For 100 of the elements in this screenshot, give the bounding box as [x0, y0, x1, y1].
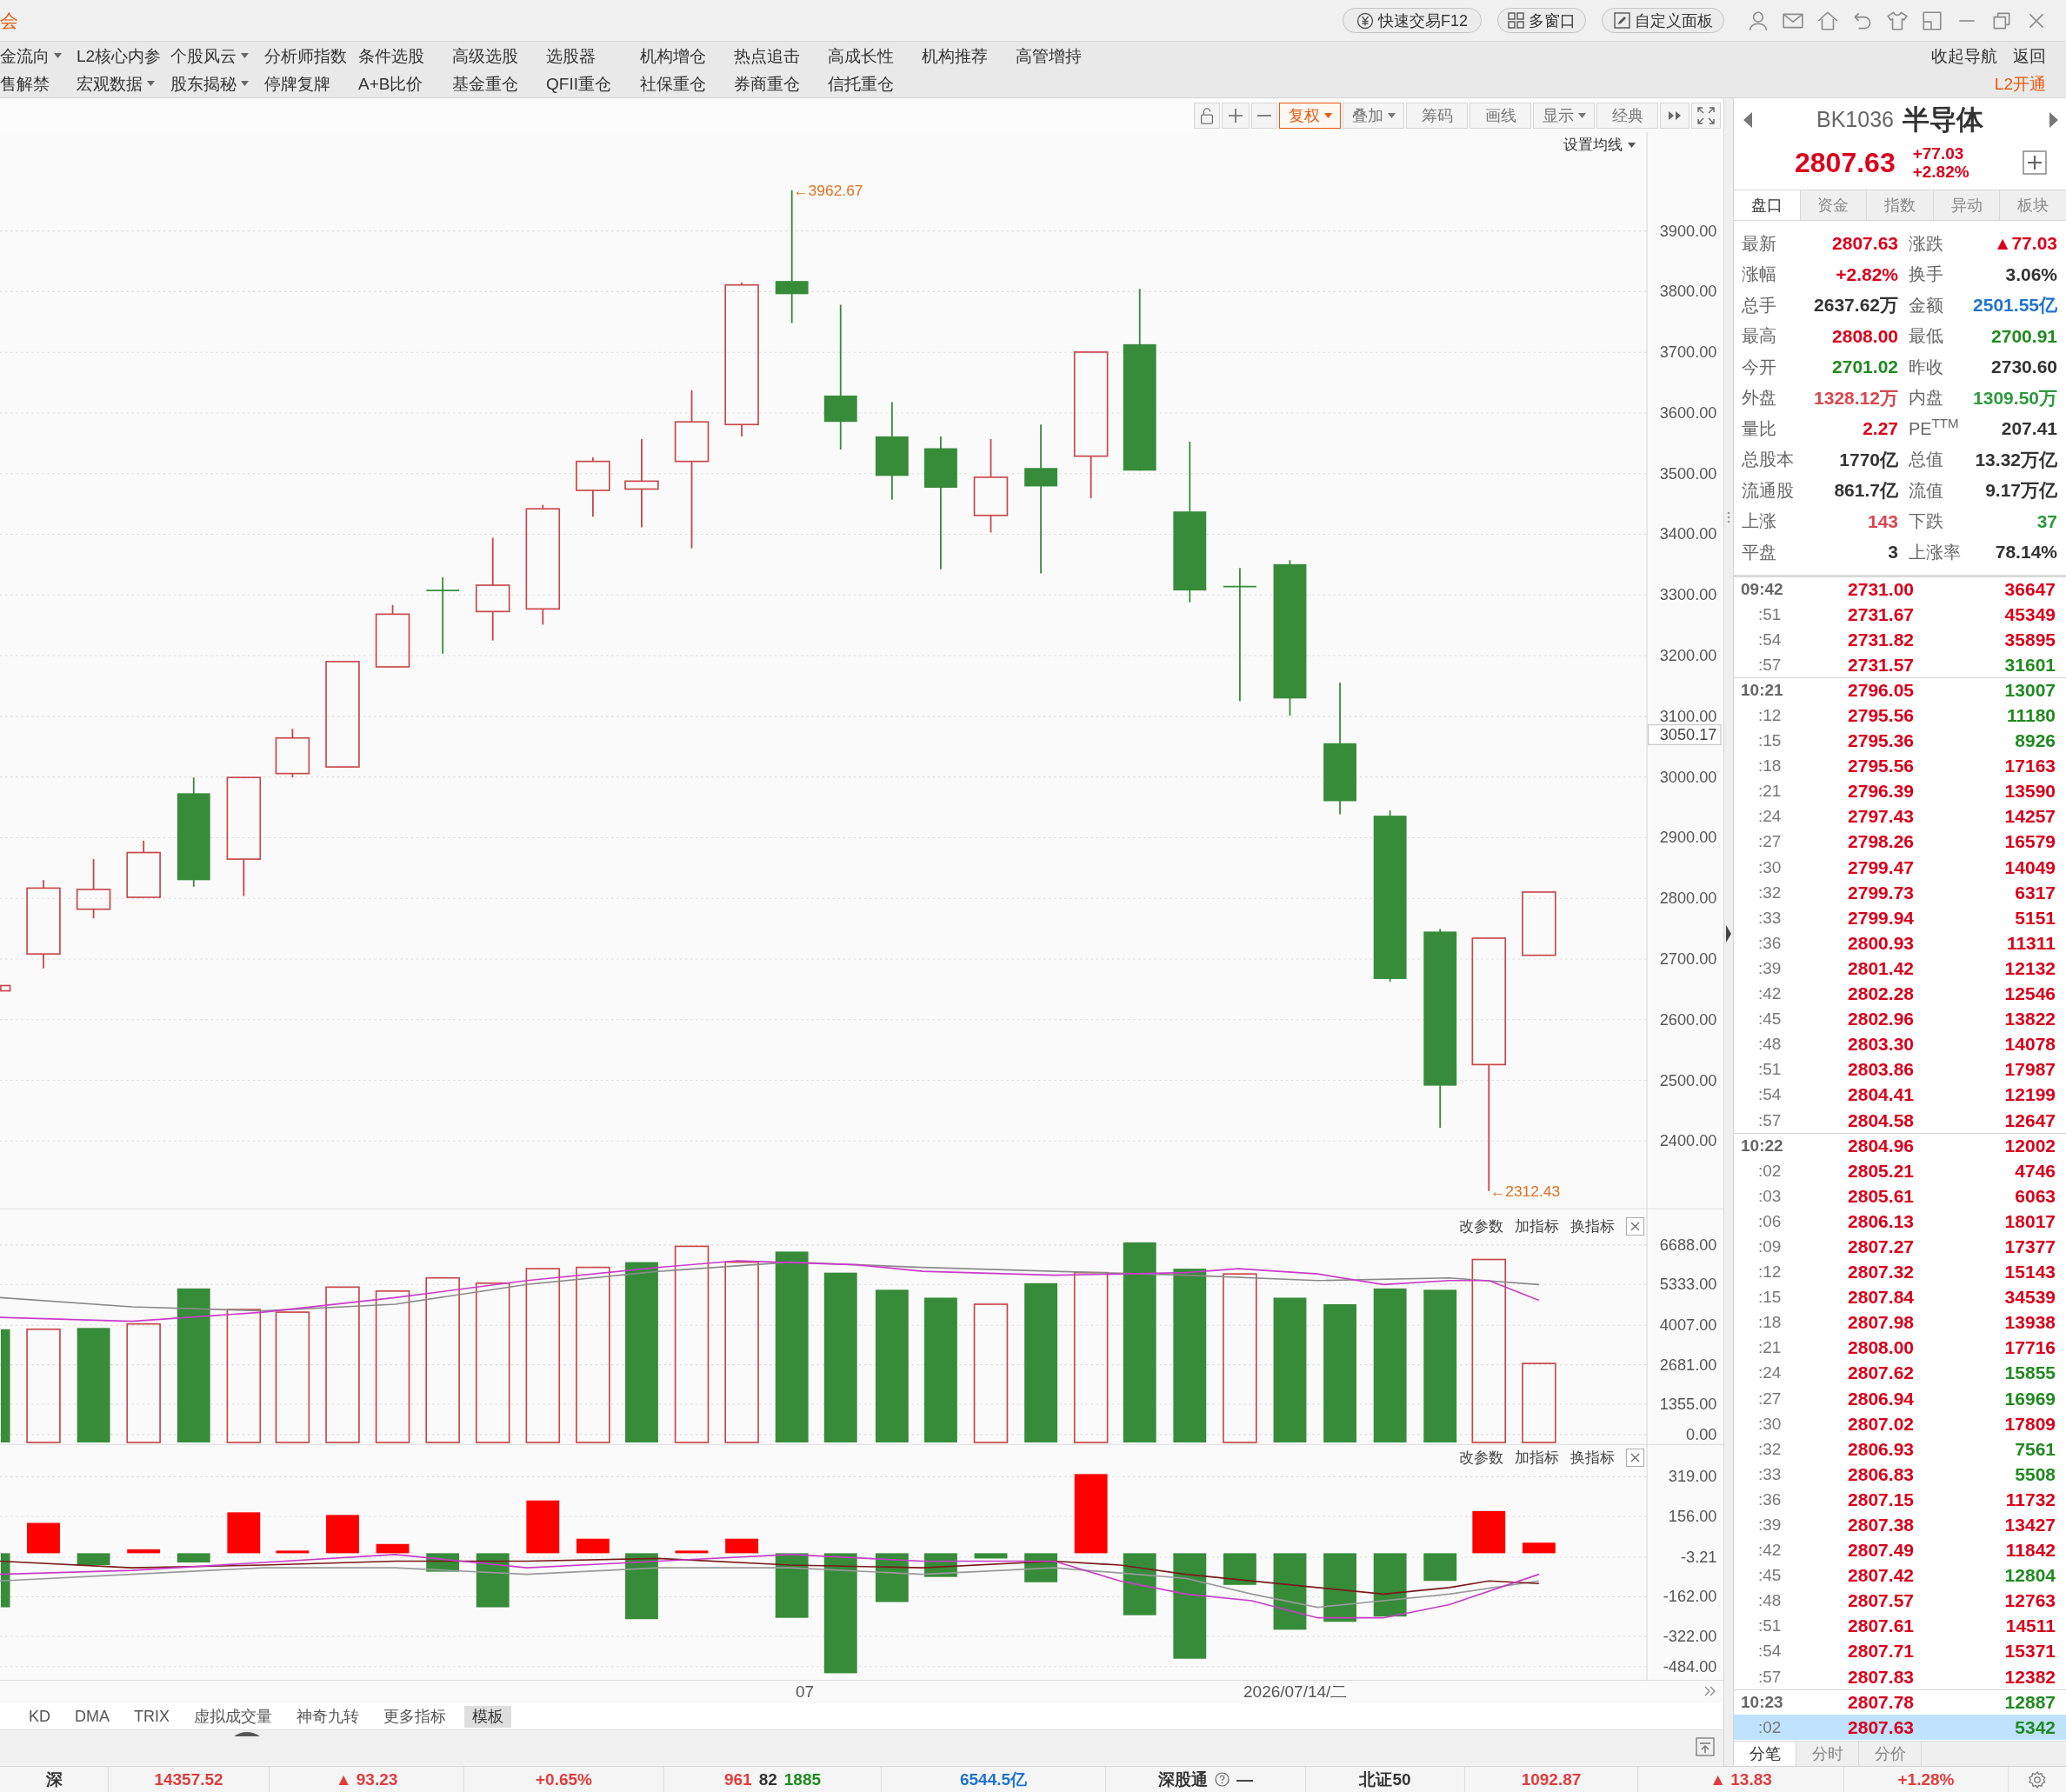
nav-link[interactable]: 券商重仓	[734, 75, 800, 92]
nav-link[interactable]: 返回	[2013, 47, 2046, 64]
tick-row[interactable]: :42 2807.49 11842	[1734, 1537, 2066, 1563]
tick-row[interactable]: :51 2807.61 14511	[1734, 1613, 2066, 1639]
tick-row[interactable]: :27 2806.94 16969	[1734, 1385, 2066, 1411]
nav-link[interactable]: 停牌复牌	[264, 75, 330, 92]
toolbar-button[interactable]: 复权	[1279, 102, 1341, 129]
tick-row[interactable]: :36 2807.15 11732	[1734, 1486, 2066, 1512]
indicator-action-button[interactable]: 加指标	[1515, 1450, 1559, 1465]
indicator-action-button[interactable]: 换指标	[1570, 1450, 1615, 1465]
nav-link[interactable]: 条件选股	[358, 47, 424, 64]
zoom-in-button[interactable]	[1222, 102, 1250, 129]
drag-handle-icon[interactable]	[1727, 511, 1730, 523]
tick-row[interactable]: :57 2804.58 12647	[1734, 1107, 2066, 1133]
add-icon[interactable]	[2023, 150, 2047, 175]
nav-link[interactable]: 售解禁	[0, 75, 50, 92]
toolbar-button[interactable]: 经典	[1596, 102, 1658, 129]
tick-row[interactable]: :15 2807.84 34539	[1734, 1284, 2066, 1310]
nav-link[interactable]: 信托重仓	[828, 75, 894, 92]
indicator-tab[interactable]: 更多指标	[377, 1705, 453, 1728]
fullscreen-button[interactable]	[1691, 102, 1721, 129]
quote-tab[interactable]: 资金	[1799, 190, 1867, 220]
indicator-action-button[interactable]: 改参数	[1459, 1450, 1503, 1465]
nav-link[interactable]: QFII重仓	[546, 75, 611, 92]
tick-row[interactable]: :48 2807.57 12763	[1734, 1588, 2066, 1614]
nav-link[interactable]: 高成长性	[828, 47, 894, 64]
tick-row[interactable]: :54 2804.41 12199	[1734, 1082, 2066, 1108]
toolbar-button[interactable]: 显示	[1533, 102, 1595, 129]
tick-row[interactable]: :32 2806.93 7561	[1734, 1436, 2066, 1462]
tick-row[interactable]: :24 2797.43 14257	[1734, 803, 2066, 829]
tick-row[interactable]: :09 2807.27 17377	[1734, 1233, 2066, 1260]
nav-link[interactable]: 金流向	[0, 47, 62, 64]
nav-link[interactable]: 高管增持	[1016, 47, 1082, 64]
zoom-out-button[interactable]	[1251, 102, 1277, 129]
nav-link[interactable]: 分析师指数	[264, 47, 347, 64]
nav-link[interactable]: 选股器	[546, 47, 596, 64]
tick-row[interactable]: :57 2731.57 31601	[1734, 651, 2066, 677]
collapse-arrow-icon[interactable]	[1725, 924, 1732, 943]
indicator-tab[interactable]: KD	[23, 1705, 57, 1728]
tick-row[interactable]: 10:23 2807.78 12887	[1734, 1689, 2066, 1715]
upload-icon[interactable]	[1696, 1737, 1715, 1756]
nav-link[interactable]: 基金重仓	[452, 75, 518, 92]
tick-row[interactable]: :33 2799.94 5151	[1734, 904, 2066, 930]
nav-link[interactable]: 机构增仓	[640, 47, 706, 64]
nav-link[interactable]: 宏观数据	[77, 75, 155, 92]
tick-row[interactable]: :15 2795.36 8926	[1734, 728, 2066, 754]
tick-row[interactable]: :39 2801.42 12132	[1734, 955, 2066, 981]
tick-row[interactable]: :42 2802.28 12546	[1734, 981, 2066, 1007]
quote-tab[interactable]: 分笔	[1734, 1742, 1796, 1766]
nav-link[interactable]: 股东揭秘	[170, 75, 249, 92]
tick-row[interactable]: :48 2803.30 14078	[1734, 1031, 2066, 1057]
tick-row[interactable]: 09:42 2731.00 36647	[1734, 576, 2066, 602]
nav-link[interactable]: 个股风云	[170, 47, 249, 64]
quote-tab[interactable]: 指数	[1866, 190, 1933, 220]
tick-row[interactable]: :54 2807.71 15371	[1734, 1638, 2066, 1664]
tick-row[interactable]: :54 2731.82 35895	[1734, 626, 2066, 652]
tick-row[interactable]: :57 2807.83 12382	[1734, 1663, 2066, 1689]
help-icon[interactable]	[1215, 1772, 1230, 1787]
right-arrow-icon[interactable]	[2049, 111, 2059, 129]
close-button[interactable]	[1626, 1217, 1644, 1236]
toolbar-button[interactable]: 叠加	[1343, 102, 1404, 129]
multi-window-button[interactable]: 多窗口	[1497, 8, 1586, 33]
quote-tab[interactable]: 板块	[1999, 190, 2066, 220]
next-button[interactable]	[1660, 102, 1689, 129]
tick-row[interactable]: :36 2800.93 11311	[1734, 929, 2066, 956]
nav-link[interactable]: 收起导航	[1931, 47, 1997, 64]
tick-row[interactable]: :24 2807.62 15855	[1734, 1360, 2066, 1386]
tick-row[interactable]: :06 2806.13 18017	[1734, 1208, 2066, 1234]
indicator-tab[interactable]: TRIX	[128, 1705, 177, 1728]
nav-link[interactable]: 热点追击	[734, 47, 800, 64]
indicator-action-button[interactable]: 加指标	[1515, 1219, 1559, 1234]
tick-row[interactable]: :12 2795.56 11180	[1734, 702, 2066, 729]
tick-row[interactable]: :21 2808.00 17716	[1734, 1335, 2066, 1361]
tick-row[interactable]: :02 2805.21 4746	[1734, 1157, 2066, 1183]
tick-row[interactable]: 10:21 2796.05 13007	[1734, 676, 2066, 703]
custom-panel-button[interactable]: 自定义面板	[1602, 8, 1724, 33]
nav-link[interactable]: 社保重仓	[640, 75, 706, 92]
nav-link[interactable]: 机构推荐	[922, 47, 988, 64]
indicator-action-button[interactable]: 换指标	[1570, 1219, 1615, 1234]
nav-link[interactable]: A+B比价	[358, 75, 423, 92]
nav-link[interactable]: L2核心内参	[77, 47, 162, 64]
tick-row[interactable]: :12 2807.32 15143	[1734, 1259, 2066, 1285]
toolbar-button[interactable]: 画线	[1470, 102, 1531, 129]
tick-row[interactable]: :39 2807.38 13427	[1734, 1511, 2066, 1538]
tick-row[interactable]: :30 2807.02 17809	[1734, 1410, 2066, 1436]
tick-row[interactable]: :32 2799.73 6317	[1734, 879, 2066, 905]
indicator-tab[interactable]: 神奇九转	[290, 1705, 366, 1728]
tick-row[interactable]: :30 2799.47 14049	[1734, 854, 2066, 880]
indicator-action-button[interactable]: 改参数	[1459, 1219, 1503, 1234]
quick-trade-button[interactable]: 快速交易F12	[1343, 8, 1482, 33]
shirt-icon[interactable]	[1886, 9, 1909, 32]
settings-icon[interactable]	[2028, 1769, 2047, 1789]
tick-row[interactable]: :02 2807.63 5342	[1734, 1714, 2066, 1740]
tick-row[interactable]: :45 2807.42 12804	[1734, 1562, 2066, 1589]
left-arrow-icon[interactable]	[1743, 111, 1753, 129]
tick-row[interactable]: :51 2803.86 17987	[1734, 1056, 2066, 1083]
tick-row[interactable]: :51 2731.67 45349	[1734, 601, 2066, 627]
unlock-button[interactable]	[1194, 102, 1220, 129]
tick-row[interactable]: :21 2796.39 13590	[1734, 778, 2066, 804]
indicator-tab[interactable]: 虚拟成交量	[188, 1705, 279, 1728]
